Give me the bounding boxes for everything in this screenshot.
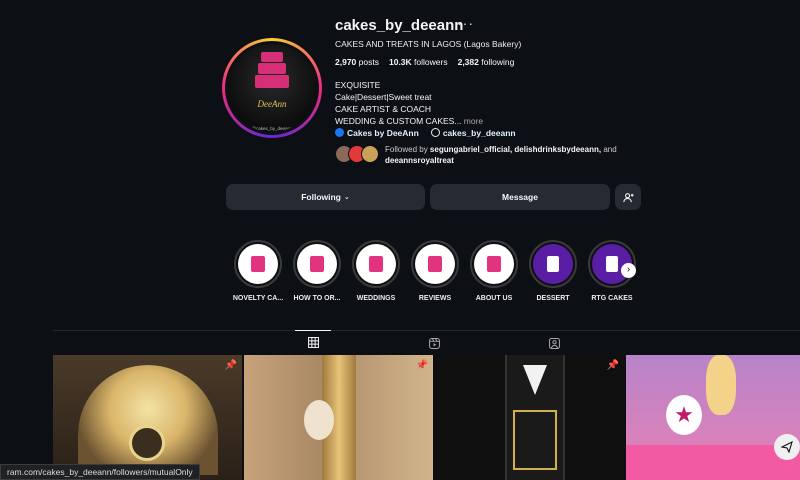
posts-grid: 📌 📌 📌 ★: [53, 355, 800, 480]
reels-icon: [428, 337, 440, 349]
profile-bio: EXQUISITE Cake|Dessert|Sweet treat CAKE …: [335, 79, 483, 127]
followers-link[interactable]: 10.3K followers: [389, 57, 448, 67]
highlight-label: REVIEWS: [418, 295, 452, 302]
chevron-right-icon[interactable]: ›: [621, 263, 636, 278]
avatar-handle-text: @cakes_by_deeann: [251, 126, 293, 131]
bio-line: WEDDING & CUSTOM CAKES...: [335, 116, 462, 126]
highlight-label: DESSERT: [536, 295, 570, 302]
profile-avatar[interactable]: DeeAnn @cakes_by_deeann: [222, 38, 322, 138]
profile-category: CAKES AND TREATS IN LAGOS (Lagos Bakery): [335, 39, 522, 49]
bio-line: Cake|Dessert|Sweet treat: [335, 92, 432, 102]
post-thumbnail[interactable]: 📌: [244, 355, 433, 480]
followed-by[interactable]: Followed by segungabriel_official, delis…: [335, 145, 635, 166]
highlight-item[interactable]: HOW TO OR...: [293, 240, 341, 302]
tab-posts[interactable]: [295, 330, 331, 354]
facebook-link[interactable]: Cakes by DeeAnn: [335, 128, 419, 138]
status-url: ram.com/cakes_by_deeann/followers/mutual…: [0, 464, 200, 480]
highlight-item[interactable]: ABOUT US: [470, 240, 518, 302]
profile-tabs: [53, 330, 800, 354]
highlight-label: NOVELTY CA...: [232, 295, 284, 302]
pin-icon: 📌: [415, 360, 428, 371]
highlight-label: RTG CAKES: [591, 295, 633, 302]
grid-icon: [307, 337, 319, 348]
pin-icon: 📌: [224, 360, 237, 371]
facebook-icon: [335, 128, 344, 137]
post-thumbnail[interactable]: 📌: [435, 355, 624, 480]
highlight-item[interactable]: DESSERT: [529, 240, 577, 302]
avatar-brand-text: DeeAnn: [257, 99, 287, 109]
chevron-down-icon: ⌄: [343, 194, 350, 201]
story-highlights: NOVELTY CA... HOW TO OR... WEDDINGS REVI…: [232, 240, 636, 302]
send-icon[interactable]: [774, 434, 800, 460]
highlight-label: ABOUT US: [475, 295, 513, 302]
threads-link[interactable]: cakes_by_deeann: [430, 128, 516, 138]
followed-by-text: Followed by segungabriel_official, delis…: [385, 145, 617, 165]
profile-stats: 2,970 posts 10.3K followers 2,382 follow…: [335, 57, 514, 67]
tab-reels[interactable]: [416, 331, 452, 355]
profile-username: cakes_by_deeann: [335, 17, 464, 34]
bio-line: CAKE ARTIST & COACH: [335, 104, 432, 114]
pin-icon: 📌: [606, 360, 619, 371]
highlight-item[interactable]: NOVELTY CA...: [232, 240, 284, 302]
mutual-avatars: [335, 145, 379, 163]
highlight-label: HOW TO OR...: [293, 295, 341, 302]
add-user-button[interactable]: [615, 184, 641, 210]
threads-icon: [430, 128, 440, 137]
post-thumbnail[interactable]: ★: [626, 355, 800, 480]
message-button[interactable]: Message: [430, 184, 610, 210]
add-user-icon: [622, 192, 634, 202]
highlight-item[interactable]: REVIEWS: [411, 240, 459, 302]
tagged-icon: [548, 337, 560, 349]
following-link[interactable]: 2,382 following: [458, 57, 515, 67]
avatar: [361, 145, 379, 163]
bio-line: EXQUISITE: [335, 80, 381, 90]
highlight-label: WEDDINGS: [356, 295, 396, 302]
profile-links: Cakes by DeeAnn cakes_by_deeann: [335, 128, 516, 138]
tab-tagged[interactable]: [536, 331, 572, 355]
avatar-image: DeeAnn @cakes_by_deeann: [228, 44, 316, 132]
options-icon[interactable]: ···: [457, 15, 474, 31]
following-button[interactable]: Following ⌄: [226, 184, 425, 210]
post-thumbnail[interactable]: 📌: [53, 355, 242, 480]
posts-count: 2,970 posts: [335, 57, 379, 67]
bio-more-link[interactable]: more: [464, 116, 483, 126]
highlight-item[interactable]: WEDDINGS: [352, 240, 400, 302]
